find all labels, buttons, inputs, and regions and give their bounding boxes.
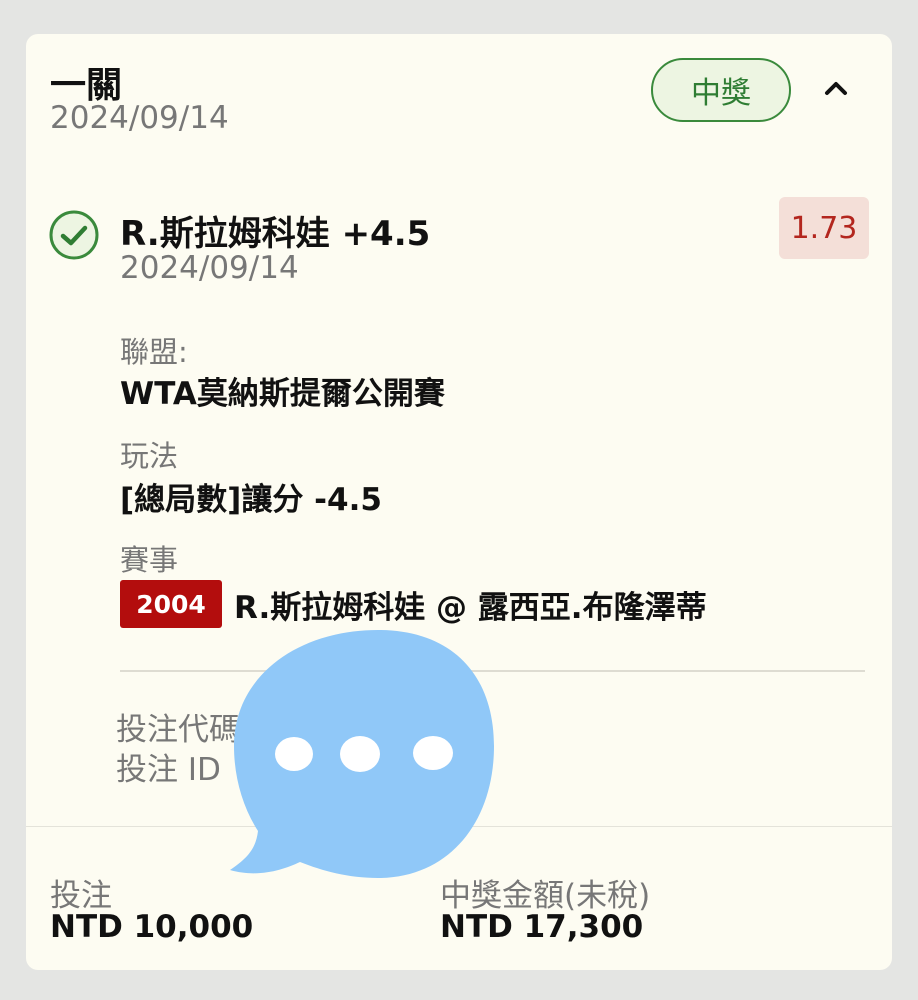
chat-bubble-icon[interactable] (228, 626, 498, 882)
event-row: 2004 R.斯拉姆科娃 @ 露西亞.布隆澤蒂 (120, 580, 707, 628)
event-name: R.斯拉姆科娃 @ 露西亞.布隆澤蒂 (234, 589, 707, 626)
league-label: 聯盟: (120, 335, 188, 369)
status-badge: 中獎 (651, 58, 791, 122)
odds-badge: 1.73 (779, 197, 869, 259)
payout-value: NTD 17,300 (440, 909, 644, 945)
bet-code-label: 投注代碼 (116, 712, 240, 748)
market-value: [總局數]讓分 -4.5 (120, 482, 382, 518)
selection-name: R.斯拉姆科娃 +4.5 (120, 214, 431, 254)
league-value: WTA莫納斯提爾公開賽 (120, 376, 445, 412)
chevron-up-icon[interactable] (818, 70, 854, 106)
event-code-badge: 2004 (120, 580, 222, 628)
bet-id-label: 投注 ID (116, 752, 221, 788)
bet-date: 2024/09/14 (50, 100, 229, 136)
stake-value: NTD 10,000 (50, 909, 254, 945)
check-circle-icon (48, 209, 100, 261)
market-label: 玩法 (120, 439, 179, 473)
selection-date: 2024/09/14 (120, 250, 299, 286)
event-label: 賽事 (120, 543, 179, 577)
